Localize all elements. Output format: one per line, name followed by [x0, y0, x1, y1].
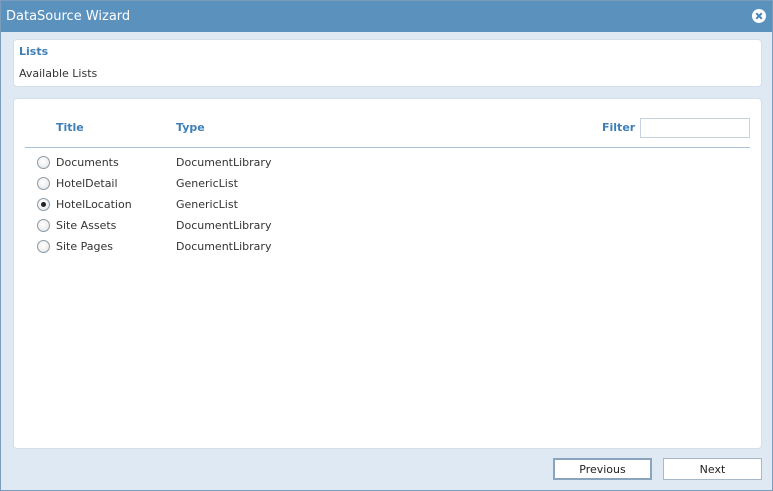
title-bar: DataSource Wizard: [1, 1, 772, 32]
list-radio-button[interactable]: [37, 219, 50, 232]
list-radio-button[interactable]: [37, 156, 50, 169]
list-row[interactable]: HotelLocation GenericList: [25, 194, 750, 215]
row-title: Site Pages: [56, 240, 113, 253]
window-title: DataSource Wizard: [6, 9, 131, 24]
row-title: Site Assets: [56, 219, 117, 232]
row-type: GenericList: [176, 198, 238, 211]
next-button[interactable]: Next: [663, 458, 762, 480]
row-type: GenericList: [176, 177, 238, 190]
section-subtitle: Available Lists: [19, 67, 98, 80]
filter-label: Filter: [602, 121, 636, 134]
close-button[interactable]: [752, 9, 766, 23]
list-row[interactable]: Documents DocumentLibrary: [25, 152, 750, 173]
filter-input[interactable]: [640, 118, 750, 138]
lists-panel: Title Type Filter Documents DocumentLibra…: [13, 98, 762, 449]
row-title: HotelDetail: [56, 177, 118, 190]
row-title: Documents: [56, 156, 119, 169]
column-header-title[interactable]: Title: [56, 121, 84, 134]
row-type: DocumentLibrary: [176, 240, 272, 253]
datasource-wizard-dialog: DataSource Wizard Lists Available Lists …: [0, 0, 773, 491]
close-icon: [755, 12, 763, 20]
list-radio-button[interactable]: [37, 198, 50, 211]
list-radio-button[interactable]: [37, 240, 50, 253]
row-type: DocumentLibrary: [176, 156, 272, 169]
list-row[interactable]: Site Pages DocumentLibrary: [25, 236, 750, 257]
header-divider: [25, 147, 750, 148]
radio-selected-dot: [41, 202, 46, 207]
header-panel: Lists Available Lists: [13, 39, 762, 87]
previous-button[interactable]: Previous: [553, 458, 652, 480]
column-header-type[interactable]: Type: [176, 121, 205, 134]
list-row[interactable]: Site Assets DocumentLibrary: [25, 215, 750, 236]
section-title: Lists: [19, 45, 49, 58]
list-radio-button[interactable]: [37, 177, 50, 190]
row-type: DocumentLibrary: [176, 219, 272, 232]
list-row[interactable]: HotelDetail GenericList: [25, 173, 750, 194]
row-title: HotelLocation: [56, 198, 132, 211]
